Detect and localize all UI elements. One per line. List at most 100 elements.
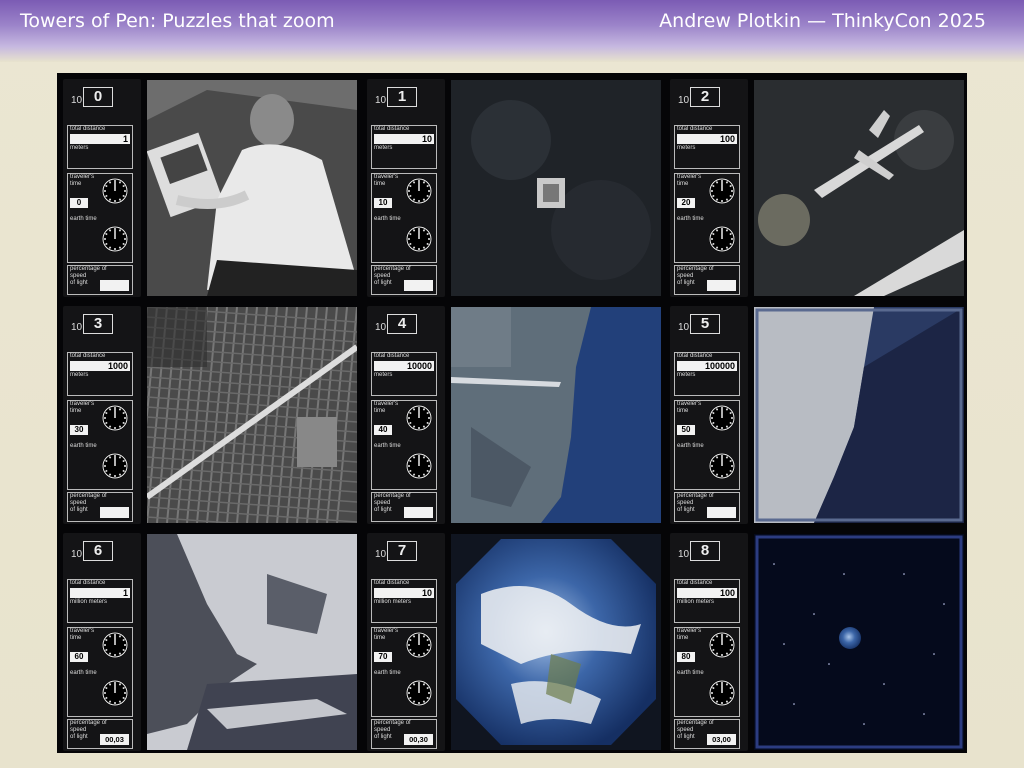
percentage-value: 03,00	[707, 734, 736, 745]
earth-time-label: earth time	[70, 670, 97, 676]
slide-byline: Andrew Plotkin — ThinkyCon 2025	[659, 10, 986, 32]
exponent-box: 8	[690, 541, 720, 561]
traveler-clock-icon	[102, 178, 128, 204]
exponent-box: 3	[83, 314, 113, 334]
traveler-time-value: 0	[70, 198, 88, 208]
distance-label: total distance	[70, 353, 106, 359]
time-section: traveler's time 30 earth time	[67, 400, 133, 490]
traveler-time-value: 80	[677, 652, 695, 662]
percentage-label-2: speed	[677, 273, 694, 279]
time-section: traveler's time 60 earth time	[67, 627, 133, 717]
percentage-value: 00,30	[404, 734, 433, 745]
distance-label: total distance	[70, 580, 106, 586]
distance-section: total distance 10 meters	[371, 125, 437, 169]
traveler-time-value: 70	[374, 652, 392, 662]
percentage-value: 00,03	[100, 734, 129, 745]
percentage-label: percentage of	[677, 493, 714, 499]
percentage-value	[707, 507, 736, 518]
man-on-blanket-photo	[147, 80, 357, 296]
percentage-label: percentage of	[70, 720, 107, 726]
traveler-clock-icon	[102, 405, 128, 431]
traveler-time-value: 30	[70, 425, 88, 435]
earth-time-label: earth time	[70, 443, 97, 449]
percentage-section: percentage of speed of light	[371, 265, 437, 295]
time-section: traveler's time 0 earth time	[67, 173, 133, 263]
distance-unit: meters	[70, 145, 89, 151]
distance-label: total distance	[677, 353, 713, 359]
time-section: traveler's time 70 earth time	[371, 627, 437, 717]
distance-value: 1	[70, 134, 130, 144]
percentage-label-2: speed	[677, 500, 694, 506]
traveler-clock-icon	[406, 178, 432, 204]
earth-time-label: earth time	[374, 443, 401, 449]
instrument-panel: 10 6 total distance 1 million meters tra…	[63, 533, 141, 751]
exponent-box: 4	[387, 314, 417, 334]
lake-region-photo	[754, 307, 964, 523]
percentage-label-2: speed	[374, 727, 391, 733]
distance-section: total distance 1000 meters	[67, 352, 133, 396]
earth-time-label: earth time	[374, 670, 401, 676]
percentage-section: percentage of speed of light 00,30	[371, 719, 437, 749]
distance-value: 10000	[374, 361, 434, 371]
time-section: traveler's time 50 earth time	[674, 400, 740, 490]
traveler-time-value: 40	[374, 425, 392, 435]
instrument-panel: 10 3 total distance 1000 meters traveler…	[63, 306, 141, 524]
distance-value: 10	[374, 588, 434, 598]
distance-label: total distance	[374, 580, 410, 586]
base-label: 10	[678, 95, 690, 106]
base-label: 10	[375, 95, 387, 106]
traveler-clock-icon	[709, 405, 735, 431]
time-section: traveler's time 20 earth time	[674, 173, 740, 263]
percentage-label: percentage of	[677, 266, 714, 272]
earth-clock-icon	[102, 453, 128, 479]
base-label: 10	[375, 322, 387, 333]
instrument-panel: 10 0 total distance 1 meters traveler's …	[63, 79, 141, 297]
time-section: traveler's time 40 earth time	[371, 400, 437, 490]
distance-value: 100000	[677, 361, 737, 371]
traveler-time-value: 10	[374, 198, 392, 208]
earth-photo	[451, 534, 661, 750]
powers-of-ten-figure: 10 0 total distance 1 meters traveler's …	[57, 73, 967, 753]
earth-clock-icon	[102, 680, 128, 706]
percentage-label: percentage of	[70, 493, 107, 499]
distance-value: 10	[374, 134, 434, 144]
earth-clock-icon	[406, 226, 432, 252]
percentage-value	[404, 280, 433, 291]
traveler-time-value: 20	[677, 198, 695, 208]
instrument-panel: 10 1 total distance 10 meters traveler's…	[367, 79, 445, 297]
distance-section: total distance 10000 meters	[371, 352, 437, 396]
earth-clock-icon	[406, 453, 432, 479]
exponent-box: 5	[690, 314, 720, 334]
earth-clock-icon	[709, 453, 735, 479]
traveler-clock-icon	[406, 632, 432, 658]
city-grid-aerial-photo	[147, 307, 357, 523]
percentage-label: percentage of	[374, 720, 411, 726]
base-label: 10	[375, 549, 387, 560]
exponent-box: 2	[690, 87, 720, 107]
percentage-section: percentage of speed of light	[674, 492, 740, 522]
percentage-value	[100, 507, 129, 518]
percentage-section: percentage of speed of light	[371, 492, 437, 522]
park-aerial-photo	[451, 80, 661, 296]
distance-unit: meters	[374, 145, 393, 151]
percentage-section: percentage of speed of light	[67, 492, 133, 522]
distance-label: total distance	[374, 353, 410, 359]
distance-section: total distance 10 million meters	[371, 579, 437, 623]
percentage-label-2: speed	[374, 273, 391, 279]
distance-label: total distance	[677, 580, 713, 586]
base-label: 10	[71, 549, 83, 560]
distance-unit: million meters	[677, 599, 715, 605]
percentage-section: percentage of speed of light 03,00	[674, 719, 740, 749]
instrument-panel: 10 8 total distance 100 million meters t…	[670, 533, 748, 751]
instrument-panel: 10 4 total distance 10000 meters travele…	[367, 306, 445, 524]
great-lakes-photo	[147, 534, 357, 750]
percentage-section: percentage of speed of light	[67, 265, 133, 295]
distance-value: 1	[70, 588, 130, 598]
lake-shoreline-photo	[451, 307, 661, 523]
earth-time-label: earth time	[677, 443, 704, 449]
distance-section: total distance 100 meters	[674, 125, 740, 169]
distance-label: total distance	[374, 126, 410, 132]
instrument-panel: 10 2 total distance 100 meters traveler'…	[670, 79, 748, 297]
percentage-label: percentage of	[677, 720, 714, 726]
earth-clock-icon	[406, 680, 432, 706]
